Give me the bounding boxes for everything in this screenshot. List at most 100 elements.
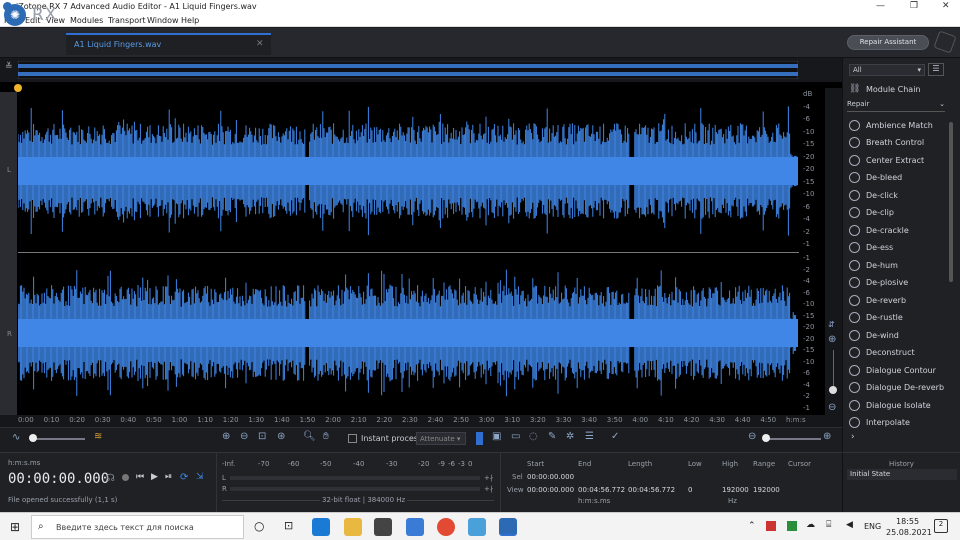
brush-tool-icon[interactable]: ✎	[548, 431, 556, 442]
module-scrollbar[interactable]	[949, 122, 953, 282]
magic-wand-icon[interactable]: ✲	[566, 431, 574, 442]
module-de-click[interactable]: De-click	[849, 187, 945, 203]
playhead-marker-icon[interactable]	[14, 84, 22, 92]
clock-date[interactable]: 25.08.2021	[886, 528, 932, 537]
zoom-fit-icon[interactable]: ⊛	[277, 431, 285, 442]
history-item[interactable]: Initial State	[847, 469, 957, 480]
hand-tool-icon[interactable]: ✋︎	[323, 431, 329, 442]
meter-reset-icon[interactable]: +∤	[484, 474, 493, 482]
explorer-icon[interactable]	[344, 518, 362, 536]
zoom-in-horizontal-icon[interactable]: ⊕	[823, 431, 831, 442]
module-breath-control[interactable]: Breath Control	[849, 135, 945, 151]
loop-icon[interactable]: ⟳	[180, 472, 188, 483]
zoom-out-vertical-icon[interactable]: ⊖	[828, 402, 836, 413]
view-end[interactable]: 00:04:56.772	[578, 486, 625, 494]
tray-volume-icon[interactable]: ◀︎	[846, 520, 853, 530]
play-icon[interactable]: ▶	[151, 472, 158, 482]
module-de-rustle[interactable]: De-rustle	[849, 310, 945, 326]
tray-cloud-icon[interactable]: ☁︎	[806, 520, 815, 530]
attenuate-select[interactable]: Attenuate ▾	[416, 432, 466, 445]
menu-transport[interactable]: Transport	[108, 16, 146, 25]
rect-select-tool-icon[interactable]: ▣	[492, 431, 501, 442]
language-indicator[interactable]: ENG	[864, 522, 881, 531]
collapse-icon[interactable]: ≚	[5, 62, 13, 72]
slider-handle[interactable]	[29, 434, 37, 442]
tray-app-icon-2[interactable]	[787, 521, 797, 531]
skip-back-icon[interactable]: ⏮	[136, 472, 144, 482]
module-de-hum[interactable]: De-hum	[849, 257, 945, 273]
menu-window[interactable]: Window	[147, 16, 179, 25]
zoom-out-icon[interactable]: ⊖	[240, 431, 248, 442]
widgets-icon[interactable]: ⊡	[284, 519, 293, 532]
tray-chevron-icon[interactable]: ⌃	[748, 521, 756, 531]
menu-modules[interactable]: Modules	[70, 16, 103, 25]
chrome-icon[interactable]	[437, 518, 455, 536]
module-list-menu-icon[interactable]: ☰	[928, 63, 944, 76]
windows-start-icon[interactable]: ⊞	[10, 520, 20, 534]
view-range[interactable]: 192000	[753, 486, 780, 494]
tray-network-icon[interactable]: ⌸	[826, 520, 831, 530]
edge-icon[interactable]	[312, 518, 330, 536]
close-button[interactable]: ✕	[942, 1, 950, 11]
module-de-clip[interactable]: De-clip	[849, 205, 945, 221]
follow-icon[interactable]: ⇲	[196, 472, 204, 482]
mail-icon[interactable]	[406, 518, 424, 536]
maximize-button[interactable]: ❐	[910, 1, 918, 11]
repair-assistant-button[interactable]: Repair Assistant	[847, 35, 929, 50]
taskbar-search[interactable]: ⌕ Введите здесь текст для поиска	[31, 515, 244, 539]
module-ambience-match[interactable]: Ambience Match	[849, 117, 945, 133]
module-de-wind[interactable]: De-wind	[849, 327, 945, 343]
menu-help[interactable]: Help	[181, 16, 199, 25]
play-selection-icon[interactable]: ⏯	[165, 472, 172, 482]
zoom-tool-icon[interactable]: 🔍︎	[303, 431, 316, 442]
module-interpolate[interactable]: Interpolate	[849, 415, 945, 431]
instant-process-checkbox[interactable]	[348, 434, 357, 443]
zoom-in-vertical-icon[interactable]: ⊕	[828, 334, 836, 345]
clock-time[interactable]: 18:55	[896, 517, 919, 526]
module-center-extract[interactable]: Center Extract	[849, 152, 945, 168]
waveform-view-icon[interactable]: ∿	[12, 432, 20, 443]
module-de-bleed[interactable]: De-bleed	[849, 170, 945, 186]
lasso-tool-icon[interactable]: ◌	[529, 431, 538, 442]
view-low[interactable]: 0	[688, 486, 692, 494]
module-deconstruct[interactable]: Deconstruct	[849, 345, 945, 361]
module-dialogue-isolate[interactable]: Dialogue Isolate	[849, 397, 945, 413]
module-dialogue-de-reverb[interactable]: Dialogue De-reverb	[849, 380, 945, 396]
minimize-button[interactable]: —	[876, 1, 885, 11]
headphone-icon[interactable]: ☊	[106, 473, 115, 484]
spectrogram-view-icon[interactable]: ≋	[94, 431, 102, 442]
task-view-icon[interactable]: ○	[254, 519, 264, 533]
harmonic-select-icon[interactable]: ☰	[585, 431, 594, 442]
waveform-canvas[interactable]	[18, 92, 798, 415]
tab-close-icon[interactable]: ✕	[256, 39, 264, 49]
view-length[interactable]: 00:04:56.772	[628, 486, 675, 494]
tray-app-icon[interactable]	[766, 521, 776, 531]
spectro-balance-slider[interactable]	[30, 438, 85, 440]
view-high[interactable]: 192000	[722, 486, 749, 494]
view-start[interactable]: 00:00:00.000	[527, 486, 574, 494]
zoom-in-icon[interactable]: ⊕	[222, 431, 230, 442]
selection-mode-icon[interactable]: ✓	[611, 431, 619, 442]
zoom-out-horizontal-icon[interactable]: ⊖	[748, 431, 756, 442]
module-filter-select[interactable]: All ▾	[849, 64, 925, 76]
module-chain-button[interactable]: ⛓︎ Module Chain	[849, 81, 945, 97]
store-icon[interactable]	[374, 518, 392, 536]
module-de-reverb[interactable]: De-reverb	[849, 292, 945, 308]
sel-start[interactable]: 00:00:00.000	[527, 473, 574, 481]
module-de-plosive[interactable]: De-plosive	[849, 275, 945, 291]
overview-waveform[interactable]	[18, 61, 798, 79]
horizontal-zoom-slider[interactable]	[763, 438, 821, 440]
time-select-tool-icon[interactable]	[476, 432, 483, 445]
horizontal-zoom-handle[interactable]	[762, 434, 770, 442]
zoom-selection-icon[interactable]: ⊡	[258, 431, 266, 442]
meter-reset-icon-r[interactable]: +∤	[484, 485, 493, 493]
module-de-ess[interactable]: De-ess	[849, 240, 945, 256]
module-dialogue-contour[interactable]: Dialogue Contour	[849, 362, 945, 378]
notification-icon[interactable]: 2	[934, 519, 948, 533]
module-de-crackle[interactable]: De-crackle	[849, 222, 945, 238]
time-format-select[interactable]: h:m:s.ms	[8, 459, 40, 467]
vertical-zoom-fit-icon[interactable]: ⇵	[828, 320, 835, 329]
file-tab[interactable]: A1 Liquid Fingers.wav ✕	[66, 33, 271, 55]
category-select[interactable]: Repair ⌄	[847, 100, 945, 112]
panel-expand-icon[interactable]: ›	[851, 432, 855, 442]
